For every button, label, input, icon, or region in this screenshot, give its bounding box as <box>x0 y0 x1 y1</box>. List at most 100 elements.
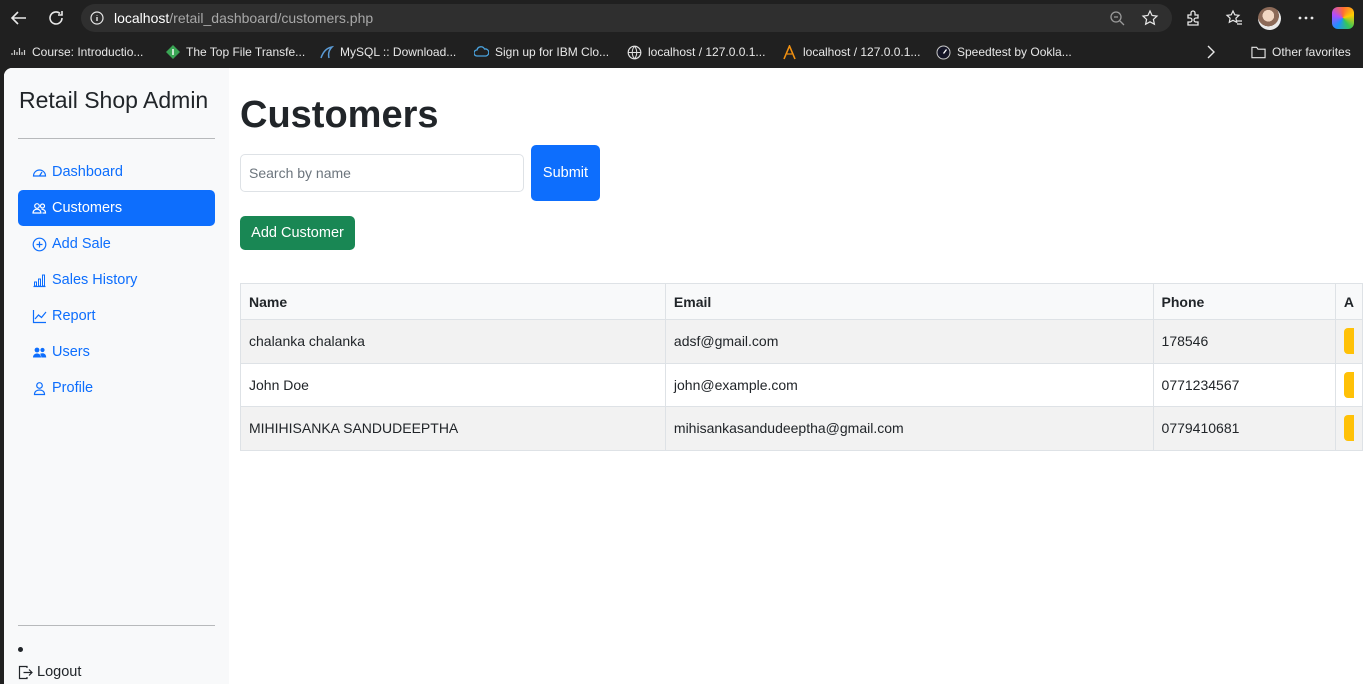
table-row: chalanka chalanka adsf@gmail.com 178546 <box>240 319 1363 364</box>
table-row: John Doe john@example.com 0771234567 <box>240 362 1363 407</box>
sidebar-item-label: Add Sale <box>52 236 111 252</box>
sidebar-item-label: Profile <box>52 380 94 396</box>
sidebar-item-label: Users <box>52 344 90 360</box>
sidebar-item-label: Dashboard <box>52 164 123 180</box>
sidebar-item-users[interactable]: Users <box>18 334 215 370</box>
column-header-actions: A <box>1334 283 1363 320</box>
cell-actions <box>1334 362 1363 407</box>
browser-toolbar: localhost/retail_dashboard/customers.php <box>0 0 1363 36</box>
sidebar-item-customers[interactable]: Customers <box>18 190 215 226</box>
cell-actions <box>1334 406 1363 451</box>
folder-icon <box>1251 45 1266 60</box>
sidebar-item-label: Customers <box>52 200 123 216</box>
ibm-cloud-icon <box>474 45 489 60</box>
sidebar-item-add-sale[interactable]: Add Sale <box>18 226 215 262</box>
bookmarks-bar: Course: Introductio... The Top File Tran… <box>0 36 1363 68</box>
customers-table: Name Email Phone A chalanka chalanka ads… <box>240 283 1363 451</box>
edit-button[interactable] <box>1343 371 1354 398</box>
speedtest-icon <box>936 45 951 60</box>
submit-button[interactable]: Submit <box>531 145 600 201</box>
column-header-phone: Phone <box>1152 283 1336 320</box>
extensions-icon[interactable] <box>1181 6 1205 30</box>
people-icon <box>32 201 47 216</box>
url-host: localhost <box>114 10 170 26</box>
url-text: localhost/retail_dashboard/customers.php <box>114 10 373 26</box>
bookmark-label: localhost / 127.0.0.1... <box>648 45 766 59</box>
bookmark-item[interactable]: Speedtest by Ookla... <box>936 44 1072 60</box>
search-input[interactable] <box>240 154 524 192</box>
url-path: /retail_dashboard/customers.php <box>169 10 374 26</box>
line-chart-icon <box>32 309 47 324</box>
sidebar-item-label: Sales History <box>52 272 138 288</box>
bookmark-label: Sign up for IBM Clo... <box>495 45 610 59</box>
cell-email: mihisankasandudeeptha@gmail.com <box>664 406 1154 451</box>
logout-icon <box>18 665 33 680</box>
people-fill-icon <box>32 345 47 360</box>
globe-icon <box>627 45 642 60</box>
bookmark-item[interactable]: localhost / 127.0.0.1... <box>627 44 765 60</box>
column-header-email: Email <box>664 283 1154 320</box>
cell-email: adsf@gmail.com <box>664 319 1154 364</box>
bookmark-item[interactable]: Course: Introductio... <box>11 44 143 60</box>
sidebar-item-label: Report <box>52 308 96 324</box>
list-bullet <box>18 647 23 652</box>
refresh-icon[interactable] <box>44 6 68 30</box>
cisco-icon <box>11 45 26 60</box>
logout-link[interactable]: Logout <box>18 664 81 680</box>
edit-button[interactable] <box>1343 328 1354 355</box>
zoom-icon[interactable] <box>1109 10 1125 26</box>
brand-title[interactable]: Retail Shop Admin <box>19 87 208 114</box>
phpmyadmin-icon <box>782 44 797 60</box>
favorite-star-icon[interactable] <box>1141 9 1159 27</box>
person-icon <box>32 381 47 396</box>
cell-name: chalanka chalanka <box>240 319 666 364</box>
bookmark-label: Speedtest by Ookla... <box>957 45 1072 59</box>
bar-chart-icon <box>32 273 47 288</box>
other-favorites-label: Other favorites <box>1272 45 1351 59</box>
profile-avatar[interactable] <box>1258 7 1281 30</box>
cell-name: John Doe <box>240 362 666 407</box>
bookmark-item[interactable]: The Top File Transfe... <box>165 44 305 60</box>
edit-button[interactable] <box>1343 415 1354 442</box>
cell-email: john@example.com <box>664 362 1154 407</box>
cell-phone: 178546 <box>1152 319 1336 364</box>
bookmark-label: Course: Introductio... <box>32 45 144 59</box>
back-arrow-icon[interactable] <box>7 6 31 30</box>
mysql-icon <box>319 45 334 60</box>
sidebar-item-sales-history[interactable]: Sales History <box>18 262 215 298</box>
sidebar-divider <box>18 625 215 626</box>
speedometer-icon <box>32 165 47 180</box>
sidebar-item-dashboard[interactable]: Dashboard <box>18 154 215 190</box>
column-header-name: Name <box>240 283 666 320</box>
sidebar: Retail Shop Admin Dashboard Customers Ad… <box>4 68 229 684</box>
cell-phone: 0771234567 <box>1152 362 1336 407</box>
copilot-icon[interactable] <box>1332 7 1354 29</box>
main-content: Customers Submit Add Customer Name Email… <box>229 68 1363 684</box>
bookmark-item[interactable]: MySQL :: Download... <box>319 44 456 60</box>
cell-name: MIHIHISANKA SANDUDEEPTHA <box>240 406 666 451</box>
table-header-row: Name Email Phone A <box>240 283 1363 320</box>
bookmark-label: localhost / 127.0.0.1... <box>803 45 921 59</box>
bookmark-item[interactable]: localhost / 127.0.0.1... <box>782 44 920 60</box>
more-menu-icon[interactable] <box>1294 6 1318 30</box>
cell-actions <box>1334 319 1363 364</box>
sidebar-divider <box>18 138 215 139</box>
page-title: Customers <box>240 94 439 136</box>
bookmark-item[interactable]: Sign up for IBM Clo... <box>474 44 609 60</box>
bookmark-label: The Top File Transfe... <box>186 45 306 59</box>
bookmark-label: MySQL :: Download... <box>340 45 457 59</box>
add-customer-button[interactable]: Add Customer <box>240 216 355 250</box>
page-viewport: Retail Shop Admin Dashboard Customers Ad… <box>4 68 1363 684</box>
logout-label: Logout <box>37 664 82 680</box>
filetransfer-icon <box>165 45 180 60</box>
plus-circle-icon <box>32 237 47 252</box>
address-bar[interactable]: localhost/retail_dashboard/customers.php <box>81 4 1172 32</box>
site-info-icon[interactable] <box>90 11 104 25</box>
other-favorites[interactable]: Other favorites <box>1251 44 1351 60</box>
favorites-list-icon[interactable] <box>1222 6 1246 30</box>
bookmarks-overflow-chevron-icon[interactable] <box>1206 44 1216 60</box>
sidebar-item-profile[interactable]: Profile <box>18 370 215 406</box>
table-row: MIHIHISANKA SANDUDEEPTHA mihisankasandud… <box>240 406 1363 451</box>
cell-phone: 0779410681 <box>1152 406 1336 451</box>
sidebar-item-report[interactable]: Report <box>18 298 215 334</box>
